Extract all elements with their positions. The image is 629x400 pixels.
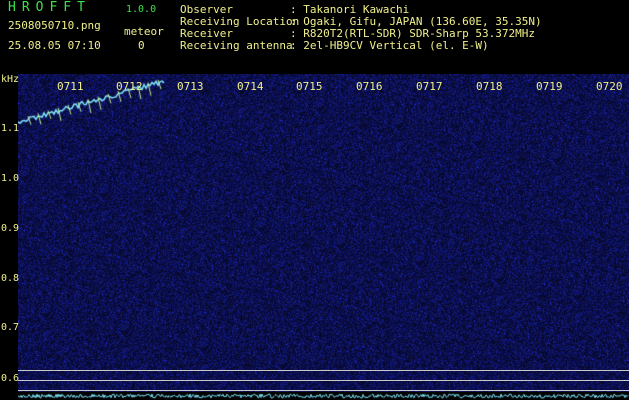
time-tick-label: 0720: [596, 80, 623, 93]
file-name: 2508050710.png: [8, 19, 101, 32]
datetime: 25.08.05 07:10: [8, 39, 101, 52]
time-tick-label: 0711: [57, 80, 84, 93]
frequency-tick-label: 1.0: [1, 173, 20, 184]
frequency-guide-line: [18, 370, 629, 371]
time-tick-label: 0714: [237, 80, 264, 93]
meteor-count: 0: [138, 39, 145, 52]
hrofft-window: HROFFT 1.0.0 2508050710.png meteor 25.08…: [0, 0, 629, 400]
time-tick-label: 0717: [416, 80, 443, 93]
frequency-guide-line: [18, 390, 629, 391]
antenna-label: Receiving antenna: [180, 39, 293, 52]
frequency-tick-label: 0.7: [1, 322, 20, 333]
spectrogram-plot: [18, 74, 629, 400]
time-tick-label: 0712: [116, 80, 143, 93]
app-version: 1.0.0: [126, 4, 157, 15]
time-tick-label: 0716: [356, 80, 383, 93]
frequency-tick-label: 1.1: [1, 123, 20, 134]
frequency-tick-label: 0.6: [1, 373, 20, 384]
frequency-tick-label: 0.9: [1, 223, 20, 234]
time-tick-label: 0718: [476, 80, 503, 93]
noise-floor-trace: [18, 392, 629, 400]
frequency-guide-line: [18, 380, 629, 381]
frequency-tick-label: 0.8: [1, 273, 20, 284]
time-tick-label: 0715: [296, 80, 323, 93]
antenna-value: : 2el-HB9CV Vertical (el. E-W): [290, 39, 489, 52]
spectrogram-canvas: [18, 74, 629, 400]
app-title: HROFFT: [8, 0, 91, 15]
time-tick-label: 0713: [177, 80, 204, 93]
meteor-label: meteor: [124, 25, 164, 38]
frequency-unit-label: kHz: [1, 74, 20, 85]
time-tick-label: 0719: [536, 80, 563, 93]
